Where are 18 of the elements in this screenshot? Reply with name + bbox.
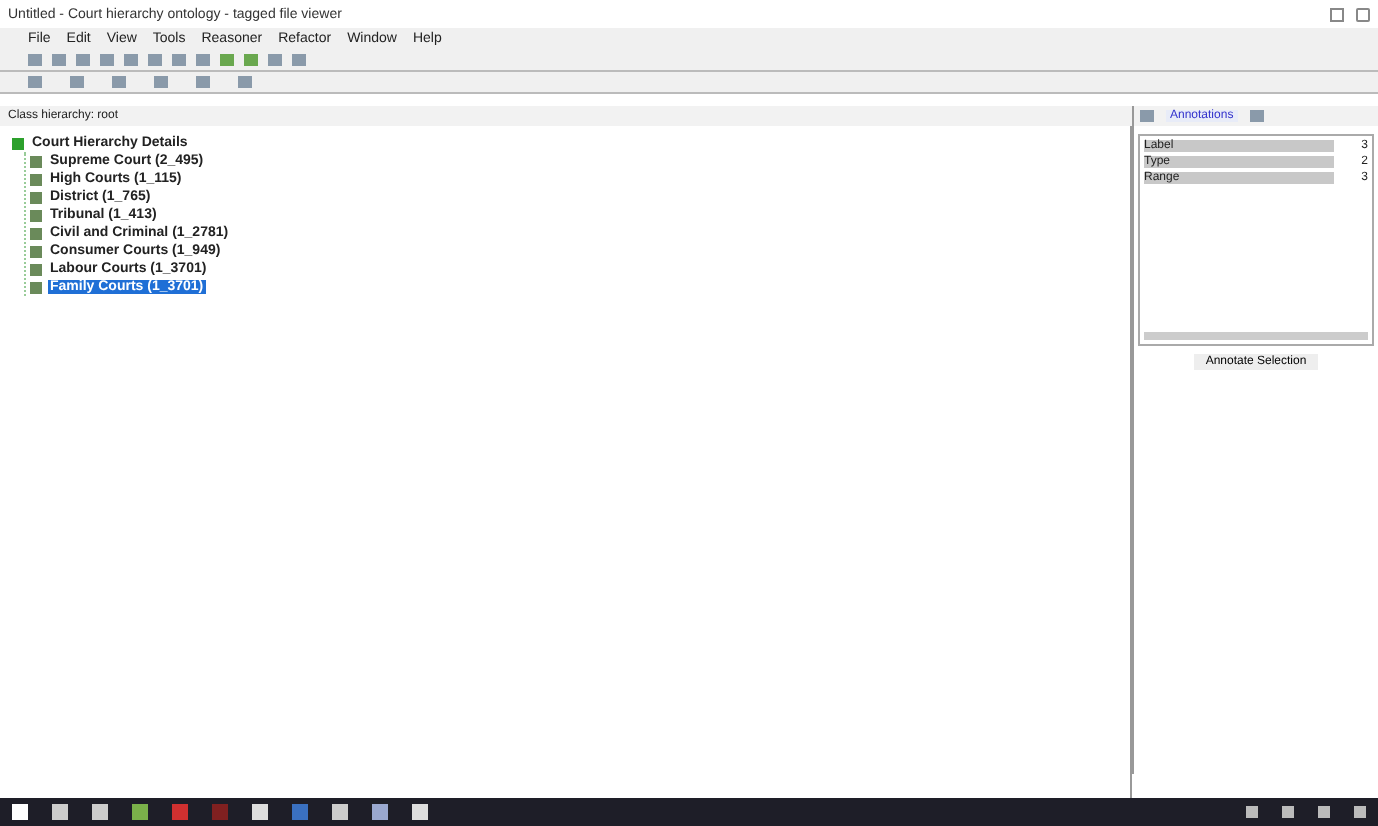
- taskbar-icon[interactable]: [52, 804, 68, 820]
- taskbar-icon[interactable]: [372, 804, 388, 820]
- minimize-icon[interactable]: [1330, 7, 1344, 21]
- taskbar-icon[interactable]: [292, 804, 308, 820]
- taskbar-icon[interactable]: [132, 804, 148, 820]
- taskbar-icon[interactable]: [412, 804, 428, 820]
- taskbar-icon[interactable]: [332, 804, 348, 820]
- taskbar-icon[interactable]: [12, 804, 28, 820]
- tray-icon[interactable]: [1282, 806, 1294, 818]
- taskbar-icon[interactable]: [172, 804, 188, 820]
- tray-icon[interactable]: [1318, 806, 1330, 818]
- scrollbar[interactable]: [1144, 332, 1368, 340]
- close-icon[interactable]: [1356, 7, 1370, 21]
- tray-icon[interactable]: [1246, 806, 1258, 818]
- tray-icon[interactable]: [1354, 806, 1366, 818]
- taskbar-icon[interactable]: [252, 804, 268, 820]
- taskbar-icon[interactable]: [212, 804, 228, 820]
- taskbar-icon[interactable]: [92, 804, 108, 820]
